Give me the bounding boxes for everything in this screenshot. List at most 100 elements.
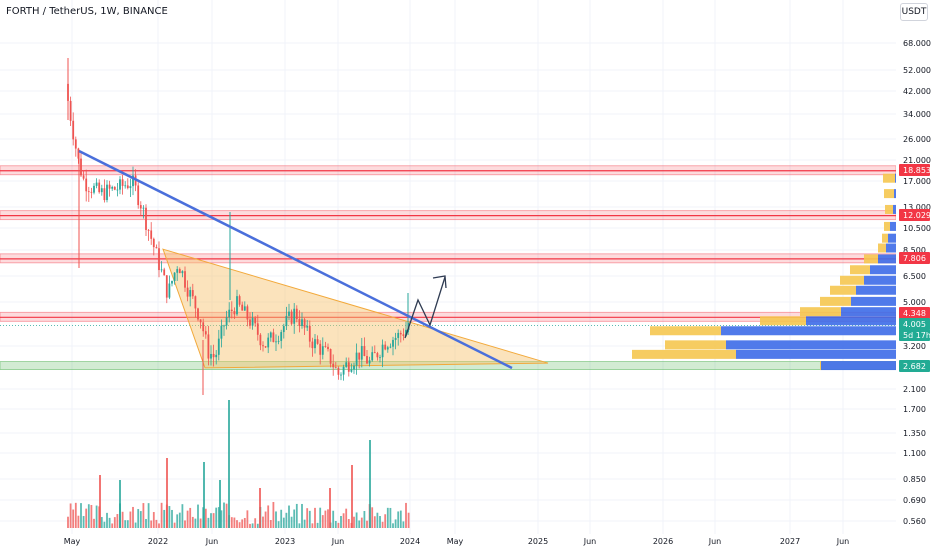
volume-bar — [233, 517, 236, 528]
volume-bar — [176, 514, 179, 528]
candle-body — [319, 343, 322, 355]
candle-body — [329, 349, 332, 364]
symbol-title[interactable]: FORTH / TetherUS, 1W, BINANCE — [6, 6, 168, 17]
price-tick-label: 1.700 — [903, 405, 926, 414]
price-tick-label: 6.500 — [903, 272, 926, 281]
candle-body — [295, 308, 298, 320]
volume-bar — [363, 511, 366, 528]
volume-bar — [381, 521, 384, 528]
volume-bar — [189, 507, 192, 528]
vp-bar-up — [894, 189, 896, 199]
volume-bar — [236, 520, 238, 528]
candle-body — [142, 207, 145, 209]
volume-bar — [254, 518, 257, 528]
candle-body — [100, 188, 103, 193]
candle-body — [69, 100, 72, 121]
price-tick-label: 42.000 — [903, 87, 931, 96]
vp-bar-down — [885, 204, 893, 214]
vp-bar-up — [886, 243, 896, 253]
volume-bar — [366, 520, 368, 528]
volume-bar — [119, 480, 121, 528]
price-chart[interactable]: 68.000 52.000 42.000 34.000 26.000 21.000 17.0… — [0, 0, 932, 550]
volume-bar — [355, 512, 358, 528]
candle-body — [371, 352, 374, 361]
vp-bar-down — [884, 189, 894, 199]
volume-bar — [186, 510, 189, 528]
candle-body — [363, 346, 366, 357]
volume-bar — [85, 508, 88, 528]
volume-bar — [152, 512, 155, 528]
volume-bar — [139, 511, 142, 528]
price-tag-label: 2.682 — [903, 362, 926, 371]
candle-body — [241, 304, 244, 311]
time-tick-label: Jun — [583, 537, 597, 546]
volume-bar — [87, 504, 90, 528]
candle-body — [108, 184, 111, 189]
volume-bar — [275, 511, 277, 528]
candle-body — [111, 186, 114, 189]
volume-bar — [360, 517, 363, 528]
candle-body — [233, 311, 236, 315]
volume-bar — [285, 512, 288, 528]
candle-body — [384, 344, 387, 350]
price-tick-label: 2.100 — [903, 385, 926, 394]
volume-bar — [225, 503, 228, 528]
vp-bar-up — [893, 204, 896, 214]
price-tick-label: 0.560 — [903, 517, 926, 526]
volume-bar — [256, 523, 259, 528]
candle-body — [288, 311, 290, 316]
currency-button[interactable]: USDT — [900, 3, 928, 21]
candle-body — [80, 158, 82, 176]
volume-bar — [241, 519, 244, 528]
price-tick-label: 34.000 — [903, 110, 931, 119]
volume-bar — [290, 516, 293, 528]
volume-bar — [171, 509, 173, 528]
candle-body — [399, 332, 402, 335]
volume-bar — [67, 516, 69, 528]
volume-bar — [249, 523, 251, 528]
candle-body — [103, 188, 106, 201]
price-tick-label: 10.500 — [903, 224, 931, 233]
volume-bar — [199, 518, 202, 528]
volume-bar — [137, 509, 140, 528]
vp-bar-up — [821, 361, 896, 371]
candle-body — [321, 346, 324, 355]
volume-bar — [345, 508, 348, 528]
candle-body — [163, 269, 166, 276]
candle-body — [350, 369, 353, 372]
volume-bar — [197, 504, 199, 528]
price-tick-label: 0.850 — [903, 475, 926, 484]
candle-body — [72, 120, 75, 140]
volume-bar — [301, 503, 303, 528]
triangle-pattern — [162, 248, 549, 369]
candle-body — [345, 362, 348, 367]
volume-bar — [228, 400, 230, 528]
candle-body — [228, 309, 231, 318]
candle-body — [342, 366, 345, 375]
candle-body — [332, 363, 335, 368]
time-tick-label: Jun — [331, 537, 345, 546]
candle-body — [368, 360, 371, 364]
candle-body — [98, 182, 101, 193]
candle-body — [93, 185, 95, 193]
volume-bar — [74, 502, 77, 528]
volume-bar — [121, 511, 124, 528]
time-tick-label: 2022 — [148, 537, 168, 546]
volume-bar — [251, 523, 254, 528]
candle-body — [264, 346, 267, 348]
candle-body — [82, 175, 85, 179]
volume-bar — [194, 518, 197, 528]
candle-body — [355, 352, 358, 366]
candle-body — [402, 334, 405, 336]
vp-bar-down — [800, 307, 841, 317]
volume-bar — [394, 519, 397, 528]
candle-body — [220, 325, 223, 339]
candle-body — [147, 229, 150, 231]
volume-bar — [210, 513, 212, 528]
candle-body — [256, 323, 259, 335]
candle-body — [181, 271, 184, 274]
volume-bar — [160, 502, 163, 528]
vp-bar-up — [895, 173, 896, 183]
candle-body — [360, 346, 363, 360]
candle-body — [392, 339, 394, 347]
